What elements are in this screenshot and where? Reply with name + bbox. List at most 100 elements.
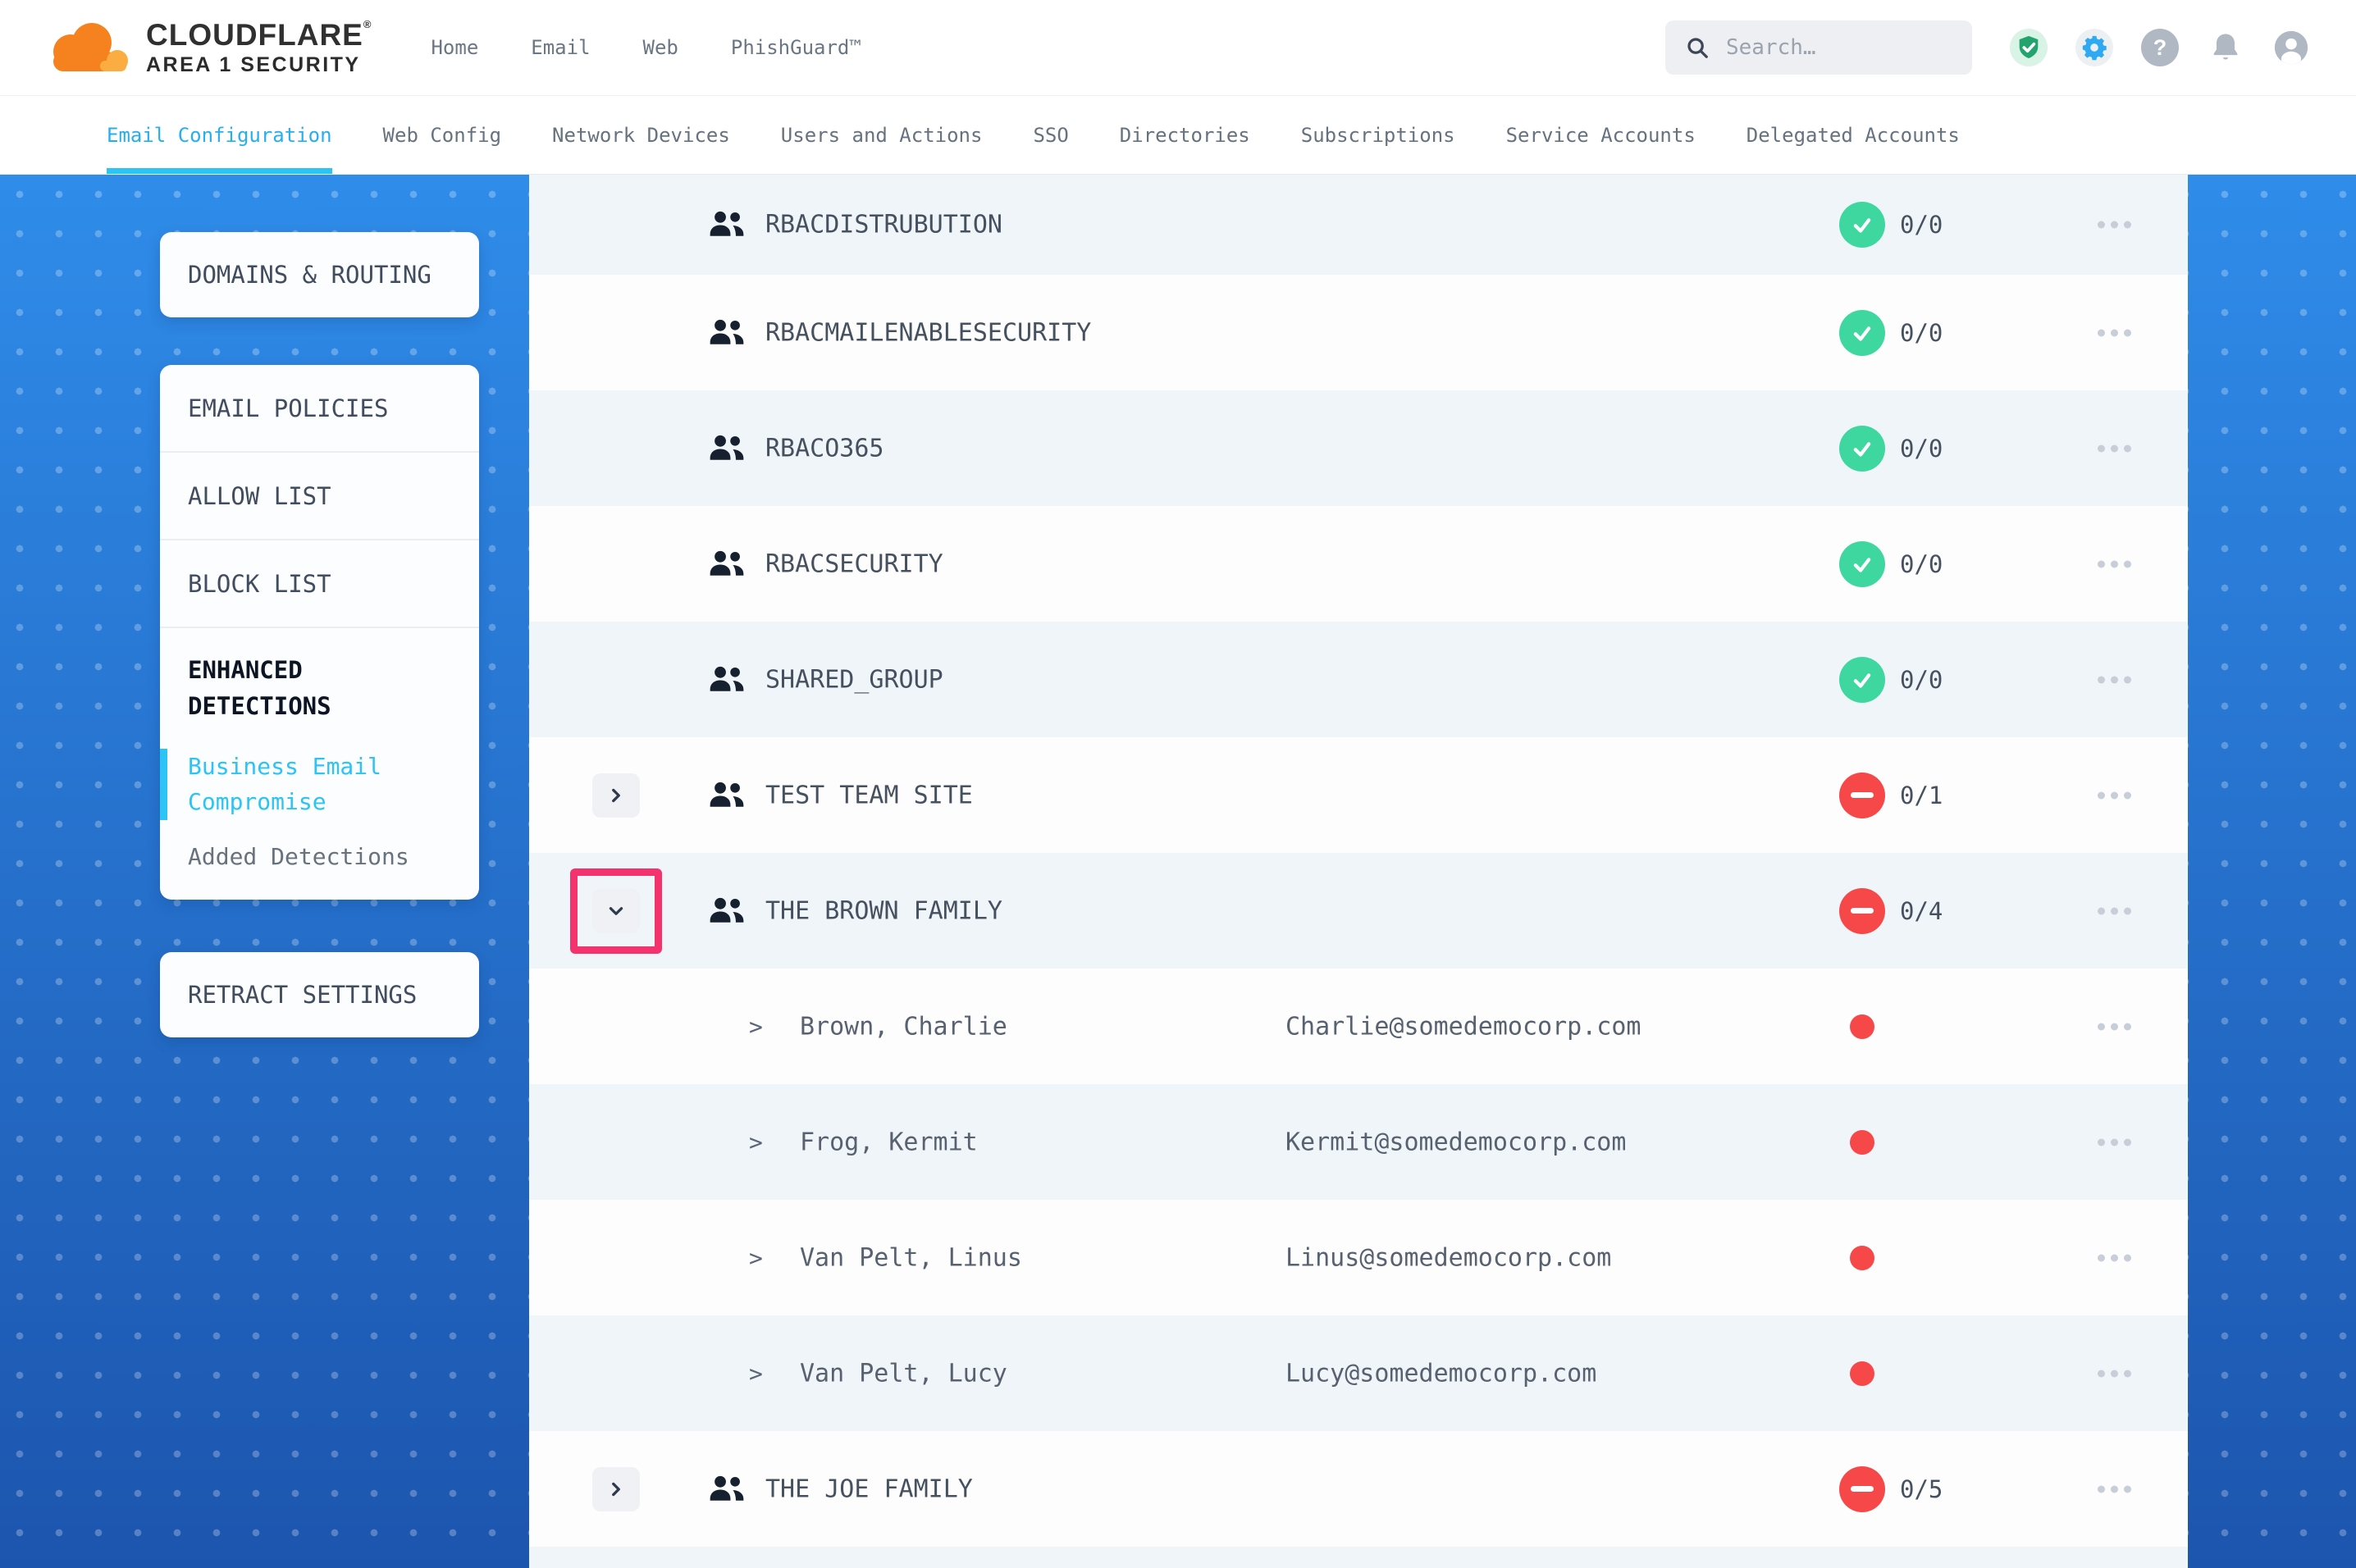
tab-service-accounts[interactable]: Service Accounts <box>1506 96 1696 174</box>
table-row: TEST TEAM SITE0/1 <box>529 737 2188 853</box>
registered-mark: ® <box>363 18 372 30</box>
overflow-menu-button[interactable] <box>2089 1130 2139 1154</box>
security-status-button[interactable] <box>2010 29 2048 66</box>
sidebar-item-allow-list[interactable]: ALLOW LIST <box>160 453 479 540</box>
tab-directories[interactable]: Directories <box>1120 96 1250 174</box>
overflow-menu-button[interactable] <box>2089 1246 2139 1269</box>
member-count: 0/0 <box>1900 550 1943 578</box>
help-button[interactable]: ? <box>2141 29 2179 66</box>
check-icon <box>1850 668 1874 692</box>
group-icon-wrap <box>708 432 746 465</box>
help-icon: ? <box>2153 35 2167 61</box>
minus-icon <box>1851 1486 1874 1492</box>
sidebar: DOMAINS & ROUTING EMAIL POLICIESALLOW LI… <box>160 232 479 1037</box>
member-email: Charlie@somedemocorp.com <box>1285 1012 1641 1041</box>
check-icon <box>1850 321 1874 345</box>
table-row: RBACDISTRUBUTION0/0 <box>529 175 2188 275</box>
sidebar-item-retract-settings[interactable]: RETRACT SETTINGS <box>160 952 479 1037</box>
search-input[interactable] <box>1724 34 1952 61</box>
member-marker: > <box>749 1244 763 1271</box>
minus-icon <box>1851 792 1874 798</box>
sidebar-item-domains-routing[interactable]: DOMAINS & ROUTING <box>160 232 479 317</box>
nav-item-home[interactable]: Home <box>431 36 478 59</box>
sidebar-item-label: RETRACT SETTINGS <box>188 981 417 1009</box>
group-icon <box>708 1473 746 1506</box>
overflow-menu-icon <box>2098 1023 2105 1030</box>
sidebar-item-email-policies[interactable]: EMAIL POLICIES <box>160 365 479 453</box>
member-marker: > <box>749 1128 763 1155</box>
overflow-menu-button[interactable] <box>2089 783 2139 807</box>
expand-toggle-button[interactable] <box>592 773 640 818</box>
status-badge-blocked <box>1839 1466 1885 1512</box>
group-icon-wrap <box>708 1473 746 1506</box>
annotation-highlight-box <box>570 868 662 954</box>
chevron-right-icon <box>606 786 626 805</box>
overflow-menu-button[interactable] <box>2089 899 2139 923</box>
nav-item-phishguard[interactable]: PhishGuard™ <box>731 36 861 59</box>
search-box[interactable] <box>1665 21 1972 75</box>
search-icon <box>1685 35 1710 60</box>
status-badge-allowed <box>1839 657 1885 703</box>
tab-delegated-accounts[interactable]: Delegated Accounts <box>1746 96 1960 174</box>
expand-toggle-button[interactable] <box>592 889 640 933</box>
notifications-button[interactable] <box>2207 29 2244 66</box>
overflow-menu-icon <box>2098 676 2105 683</box>
table-row: > Brown, Charlie Charlie@somedemocorp.com <box>529 969 2188 1084</box>
member-name: Van Pelt, Lucy <box>800 1359 1007 1388</box>
overflow-menu-button[interactable] <box>2089 552 2139 576</box>
group-icon <box>708 663 746 696</box>
member-marker: > <box>749 1013 763 1040</box>
overflow-menu-button[interactable] <box>2089 1014 2139 1038</box>
tab-email-configuration[interactable]: Email Configuration <box>107 96 332 174</box>
nav-item-web[interactable]: Web <box>643 36 678 59</box>
cloudflare-logo: CLOUDFLARE® AREA 1 SECURITY <box>46 19 372 76</box>
tab-users-and-actions[interactable]: Users and Actions <box>781 96 983 174</box>
overflow-menu-icon <box>2098 791 2105 799</box>
member-count: 0/5 <box>1900 1475 1943 1503</box>
overflow-menu-button[interactable] <box>2089 436 2139 460</box>
group-icon-wrap <box>708 317 746 349</box>
check-icon <box>1850 552 1874 577</box>
overflow-menu-button[interactable] <box>2089 1361 2139 1385</box>
expand-wrap <box>570 1447 662 1532</box>
settings-button[interactable] <box>2075 29 2113 66</box>
logo-subtitle: AREA 1 SECURITY <box>146 54 372 76</box>
check-icon <box>1850 212 1874 237</box>
table-row: SHARED_GROUP0/0 <box>529 622 2188 737</box>
member-name: Brown, Charlie <box>800 1012 1007 1041</box>
overflow-menu-button[interactable] <box>2089 1477 2139 1501</box>
tab-web-config[interactable]: Web Config <box>383 96 502 174</box>
overflow-menu-button[interactable] <box>2089 668 2139 691</box>
status-dot-blocked <box>1850 1361 1874 1386</box>
group-icon-wrap <box>708 548 746 581</box>
table-row: RBACMAILENABLESECURITY0/0 <box>529 275 2188 390</box>
overflow-menu-icon <box>2098 907 2105 914</box>
account-button[interactable] <box>2272 29 2310 66</box>
expand-wrap <box>570 753 662 838</box>
tab-sso[interactable]: SSO <box>1033 96 1068 174</box>
group-icon-wrap <box>708 663 746 696</box>
sidebar-item-added-detections[interactable]: Added Detections <box>160 820 479 895</box>
overflow-menu-button[interactable] <box>2089 213 2139 237</box>
tab-network-devices[interactable]: Network Devices <box>552 96 730 174</box>
nav-item-email[interactable]: Email <box>531 36 590 59</box>
table-row: RBACO365 0/0 <box>529 390 2188 506</box>
chevron-down-icon <box>606 901 626 921</box>
group-name: THE JOE FAMILY <box>765 1475 973 1503</box>
status-badge-blocked <box>1839 888 1885 934</box>
member-count: 0/0 <box>1900 435 1943 463</box>
group-icon <box>708 317 746 349</box>
member-name: Van Pelt, Linus <box>800 1243 1022 1272</box>
overflow-menu-icon <box>2098 1485 2105 1493</box>
sidebar-item-business-email-compromise[interactable]: Business Email Compromise <box>160 749 479 820</box>
group-icon <box>708 779 746 812</box>
group-name: RBACO365 <box>765 434 884 463</box>
overflow-menu-button[interactable] <box>2089 321 2139 344</box>
overflow-menu-icon <box>2098 221 2105 229</box>
sidebar-item-enhanced-detections: ENHANCED DETECTIONS <box>160 628 479 724</box>
overflow-menu-icon <box>2098 444 2105 452</box>
member-email: Lucy@somedemocorp.com <box>1285 1359 1596 1388</box>
tab-subscriptions[interactable]: Subscriptions <box>1301 96 1455 174</box>
expand-toggle-button[interactable] <box>592 1467 640 1511</box>
sidebar-item-block-list[interactable]: BLOCK LIST <box>160 540 479 628</box>
